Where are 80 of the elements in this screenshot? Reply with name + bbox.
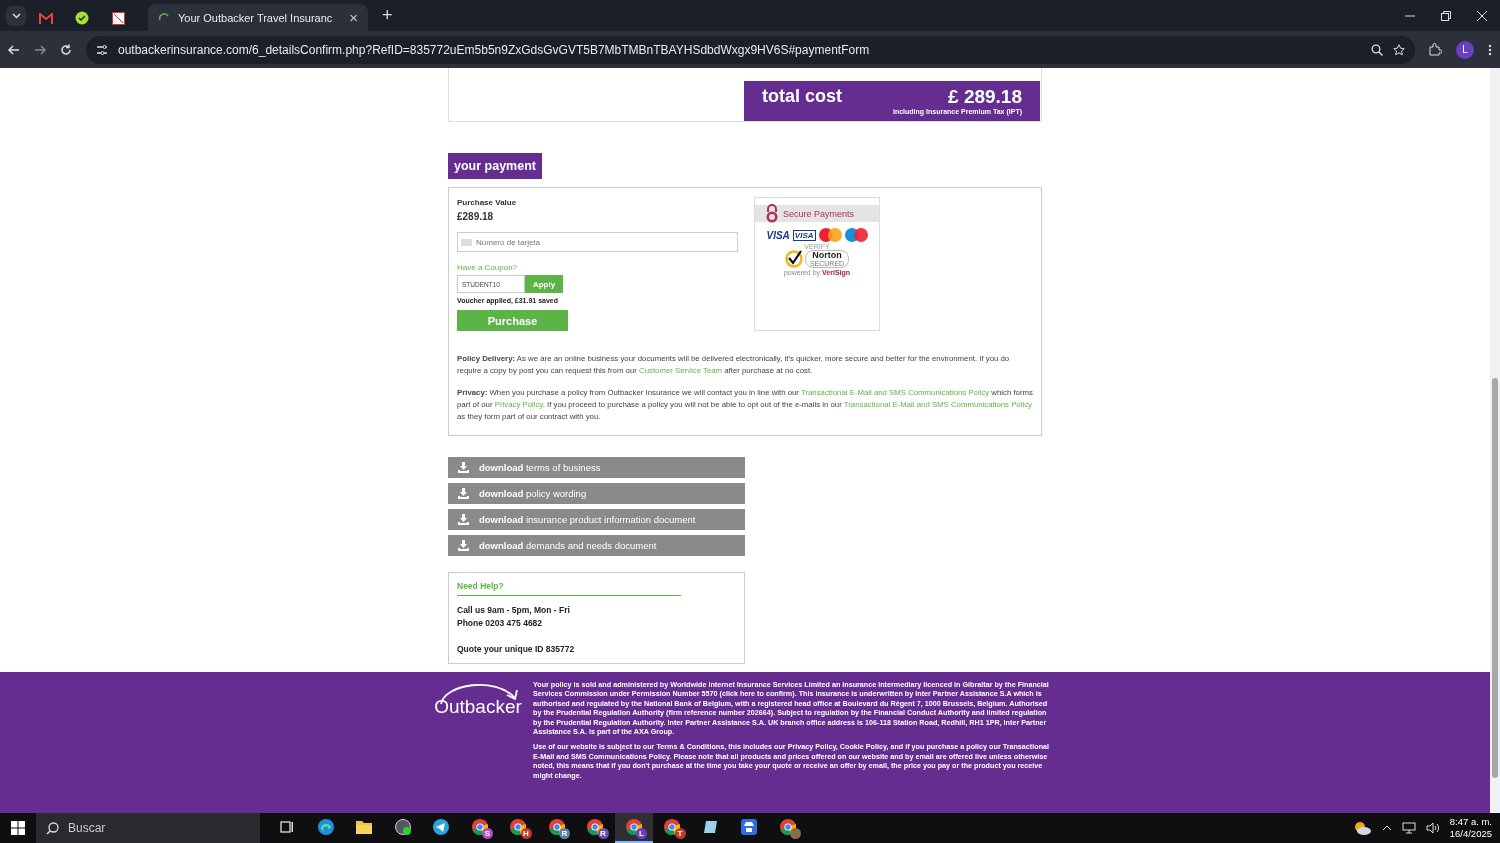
menu-icon[interactable] bbox=[1488, 43, 1492, 56]
close-tab-button[interactable]: × bbox=[349, 9, 358, 26]
taskbar-app[interactable]: S bbox=[460, 813, 499, 843]
download-icon bbox=[458, 462, 469, 473]
section-heading: your payment bbox=[448, 153, 542, 179]
download-button[interactable]: download terms of business bbox=[448, 457, 745, 478]
tab-search-button[interactable] bbox=[6, 6, 26, 26]
site-settings-icon[interactable] bbox=[96, 43, 108, 56]
download-button[interactable]: download policy wording bbox=[448, 483, 745, 504]
coupon-link[interactable]: Have a Coupon? bbox=[457, 263, 738, 272]
chrome-icon[interactable] bbox=[547, 818, 566, 836]
notepad-icon[interactable] bbox=[702, 819, 719, 835]
new-tab-button[interactable]: + bbox=[382, 5, 393, 26]
help-title: Need Help? bbox=[457, 581, 681, 596]
taskbar-app[interactable]: R bbox=[576, 813, 615, 843]
help-text: Phone 0203 475 4682 bbox=[457, 618, 544, 628]
secure-payments-title: Secure Payments bbox=[783, 208, 855, 219]
profile-badge: S bbox=[482, 828, 493, 839]
browser-tab[interactable]: Your Outbacker Travel Insuranc × bbox=[148, 4, 368, 31]
purchase-value: £289.18 bbox=[457, 211, 495, 222]
total-cost-label: total cost bbox=[762, 86, 842, 108]
purchase-value-label: Purchase Value bbox=[457, 198, 518, 207]
download-button[interactable]: download demands and needs document bbox=[448, 535, 745, 556]
card-number-field[interactable]: Número de tarjeta bbox=[457, 232, 738, 252]
download-icon bbox=[458, 488, 469, 499]
check-circle-icon bbox=[75, 11, 89, 25]
windows-icon bbox=[11, 821, 25, 835]
chrome-icon[interactable] bbox=[624, 818, 643, 836]
logo-text: Outbacker bbox=[434, 696, 522, 718]
chevron-down-icon bbox=[11, 13, 21, 19]
profile-badge: R bbox=[559, 828, 570, 839]
visa-logo: VISA bbox=[792, 229, 816, 241]
card-icon bbox=[461, 239, 472, 246]
restore-icon bbox=[1441, 10, 1451, 21]
profile-badge: R bbox=[597, 828, 609, 839]
taskbar-app[interactable]: H bbox=[499, 813, 538, 843]
quote-id-text: Quote your unique ID 835772 bbox=[457, 644, 576, 654]
profile-badge: H bbox=[520, 828, 532, 839]
chevron-up-icon[interactable] bbox=[1381, 825, 1392, 831]
taskbar-app[interactable]: L bbox=[614, 813, 653, 843]
task-view-icon[interactable] bbox=[280, 820, 295, 834]
card-logo-icon bbox=[818, 228, 842, 242]
total-amount: £ 289.18 bbox=[948, 86, 1022, 108]
card-logo-icon bbox=[844, 228, 868, 242]
download-icon bbox=[458, 540, 469, 551]
taskbar-search-field[interactable]: Buscar bbox=[36, 813, 260, 843]
download-button[interactable]: download insurance product information document bbox=[448, 509, 745, 530]
profile-badge: L bbox=[636, 828, 647, 839]
address-bar[interactable]: outbackerinsurance.com/6_detailsConfirm.php?RefID=835772uEm5b5n9ZxGdsGvGVT5B7MbTMBnTBAYHSdbdWxgx9HV6S#paymentForm bbox=[86, 35, 1415, 64]
reload-icon[interactable] bbox=[60, 43, 72, 56]
download-icon bbox=[458, 514, 469, 525]
chrome-icon[interactable] bbox=[663, 818, 682, 836]
taskbar-app[interactable]: T bbox=[653, 813, 692, 843]
checkmark-seal-icon bbox=[784, 250, 803, 268]
clock[interactable]: 8:47 a. m. 16/4/2025 bbox=[1449, 816, 1492, 840]
folder-icon[interactable] bbox=[355, 819, 374, 835]
edge-icon[interactable] bbox=[316, 818, 335, 836]
visa-logo: VISA bbox=[766, 229, 790, 241]
chrome-icon[interactable] bbox=[586, 818, 605, 836]
speaker-icon[interactable] bbox=[1425, 822, 1440, 834]
back-icon[interactable] bbox=[8, 43, 20, 56]
star-icon[interactable] bbox=[1393, 43, 1405, 56]
help-text: Call us 9am - 5pm, Mon - Fri bbox=[457, 605, 571, 615]
forward-icon[interactable] bbox=[34, 43, 46, 56]
chrome-icon[interactable] bbox=[509, 818, 528, 836]
zoom-icon[interactable] bbox=[1371, 43, 1383, 56]
taskbar-app[interactable]: R bbox=[537, 813, 576, 843]
puzzle-icon[interactable] bbox=[1429, 43, 1442, 56]
chrome-icon[interactable] bbox=[470, 818, 489, 836]
apply-button[interactable]: Apply bbox=[525, 275, 563, 293]
close-icon bbox=[1477, 10, 1487, 21]
document-icon bbox=[111, 11, 125, 25]
profile-avatar[interactable]: L bbox=[1456, 40, 1474, 59]
paper-plane-icon[interactable] bbox=[432, 818, 451, 836]
scrollbar[interactable] bbox=[1490, 68, 1500, 813]
purchase-button[interactable]: Purchase bbox=[457, 310, 568, 331]
mail-icon bbox=[39, 12, 53, 24]
network-icon[interactable] bbox=[1401, 822, 1416, 834]
profile-badge: T bbox=[674, 828, 686, 839]
search-icon bbox=[46, 822, 59, 835]
